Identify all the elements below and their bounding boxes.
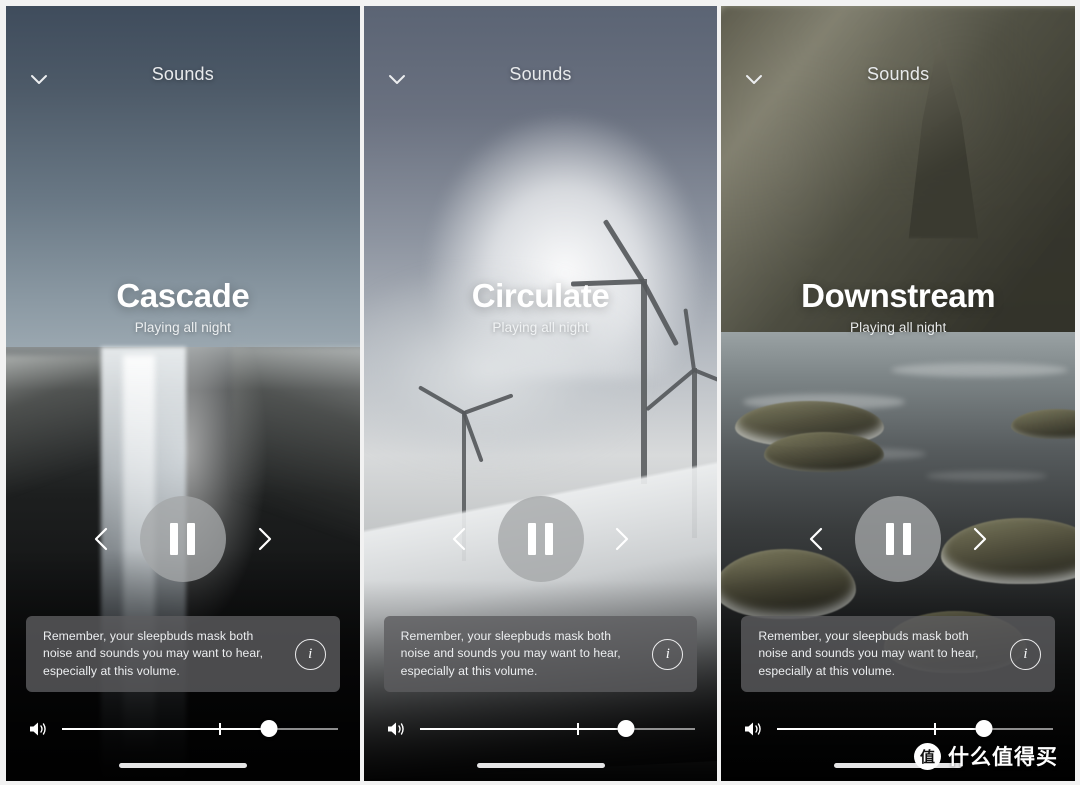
- previous-track-button[interactable]: [444, 523, 476, 555]
- screenshot-root: Sounds Cascade Playing all night Remembe…: [0, 0, 1080, 785]
- volume-warning-text: Remember, your sleepbuds mask both noise…: [43, 629, 264, 678]
- pause-icon-bar-right: [902, 523, 911, 555]
- pause-icon-bar-left: [885, 523, 894, 555]
- volume-slider-tick: [576, 723, 579, 735]
- volume-warning-banner: Remember, your sleepbuds mask both noise…: [383, 616, 698, 692]
- panel-header: Sounds: [721, 60, 1075, 104]
- home-indicator[interactable]: [118, 763, 247, 768]
- transport-controls: [364, 496, 718, 582]
- volume-slider-fill: [419, 728, 627, 730]
- pause-button[interactable]: [139, 496, 226, 582]
- page-title: Sounds: [509, 64, 572, 84]
- volume-slider-thumb[interactable]: [617, 720, 635, 737]
- pause-icon-bar-left: [170, 523, 179, 555]
- volume-control: [743, 716, 1054, 742]
- track-status: Playing all night: [850, 319, 947, 335]
- pause-button[interactable]: [497, 496, 584, 582]
- track-title: Cascade: [116, 277, 250, 314]
- track-info: Cascade Playing all night: [6, 277, 360, 335]
- speaker-icon: [386, 720, 406, 738]
- pause-icon-bar-right: [545, 523, 553, 555]
- sound-panel-downstream: Sounds Downstream Playing all night Reme…: [721, 6, 1076, 781]
- info-icon[interactable]: i: [294, 638, 326, 670]
- speaker-icon: [743, 720, 763, 738]
- volume-slider-tick: [934, 723, 937, 735]
- pause-icon-bar-left: [528, 523, 536, 555]
- track-title: Circulate: [471, 277, 610, 314]
- volume-slider-fill: [62, 728, 269, 730]
- volume-slider[interactable]: [777, 718, 1054, 740]
- page-title: Sounds: [867, 64, 930, 84]
- volume-warning-text: Remember, your sleepbuds mask both noise…: [400, 629, 621, 678]
- volume-slider-tick: [219, 723, 222, 735]
- volume-slider[interactable]: [62, 718, 338, 740]
- volume-warning-banner: Remember, your sleepbuds mask both noise…: [26, 616, 340, 692]
- home-indicator[interactable]: [476, 763, 605, 768]
- track-status: Playing all night: [134, 319, 231, 335]
- track-title: Downstream: [801, 277, 996, 314]
- home-indicator[interactable]: [834, 763, 963, 768]
- volume-slider[interactable]: [419, 718, 696, 740]
- volume-control: [28, 716, 338, 742]
- volume-slider-thumb[interactable]: [260, 720, 278, 737]
- next-track-button[interactable]: [248, 523, 280, 555]
- transport-controls: [6, 496, 360, 582]
- pause-icon-bar-right: [187, 523, 196, 555]
- page-title: Sounds: [151, 64, 214, 84]
- panel-header: Sounds: [6, 60, 360, 104]
- info-icon[interactable]: i: [652, 638, 684, 670]
- next-track-button[interactable]: [963, 523, 995, 555]
- previous-track-button[interactable]: [86, 523, 118, 555]
- info-icon[interactable]: i: [1010, 638, 1042, 670]
- sound-panel-circulate: Sounds Circulate Playing all night Remem…: [363, 6, 718, 781]
- speaker-icon: [28, 720, 48, 738]
- pause-button[interactable]: [855, 496, 942, 582]
- volume-slider-fill: [777, 728, 985, 730]
- transport-controls: [721, 496, 1075, 582]
- volume-warning-banner: Remember, your sleepbuds mask both noise…: [741, 616, 1056, 692]
- track-info: Downstream Playing all night: [721, 277, 1075, 335]
- next-track-button[interactable]: [605, 523, 637, 555]
- volume-control: [386, 716, 696, 742]
- panel-header: Sounds: [364, 60, 718, 104]
- volume-slider-thumb[interactable]: [975, 720, 993, 737]
- previous-track-button[interactable]: [801, 523, 833, 555]
- track-status: Playing all night: [492, 319, 589, 335]
- volume-warning-text: Remember, your sleepbuds mask both noise…: [758, 629, 979, 678]
- sound-panel-cascade: Sounds Cascade Playing all night Remembe…: [6, 6, 360, 781]
- track-info: Circulate Playing all night: [364, 277, 718, 335]
